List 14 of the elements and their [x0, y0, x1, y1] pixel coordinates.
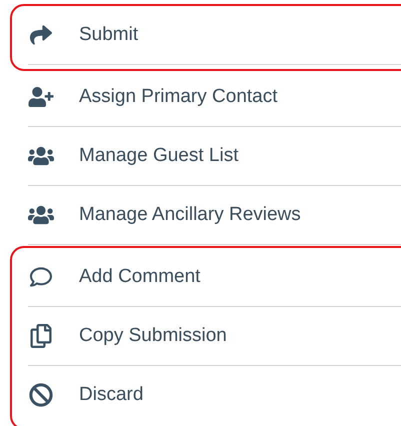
menu-item[interactable]: Submit [79, 20, 138, 50]
users-icon [28, 145, 54, 167]
user-plus-icon [28, 87, 54, 107]
menu-item[interactable]: Copy Submission [79, 322, 227, 350]
share-arrow-icon [28, 24, 54, 46]
menu-item[interactable]: Add Comment [79, 262, 200, 292]
menu-item[interactable]: Manage Ancillary Reviews [79, 200, 301, 230]
users-icon [28, 204, 54, 226]
copy-icon [28, 324, 54, 348]
ban-icon [28, 383, 54, 407]
menu-item[interactable]: Assign Primary Contact [79, 82, 278, 112]
comment-icon [28, 266, 54, 288]
menu-item[interactable]: Discard [79, 380, 144, 410]
menu-item[interactable]: Manage Guest List [79, 142, 238, 170]
